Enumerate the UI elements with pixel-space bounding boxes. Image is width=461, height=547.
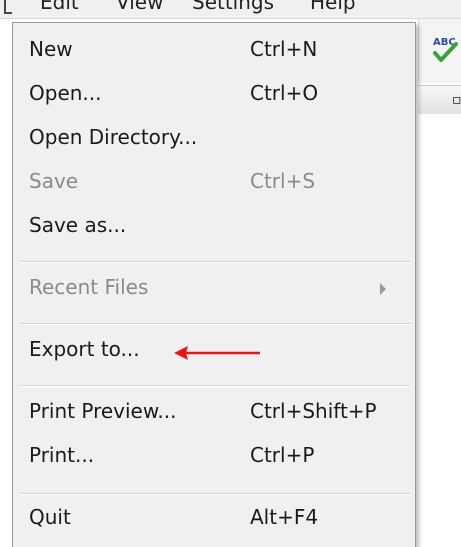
menu-separator	[19, 323, 411, 325]
menu-item-print-preview[interactable]: Print Preview... Ctrl+Shift+P	[13, 395, 415, 435]
spellcheck-icon[interactable]: ABC	[432, 34, 458, 64]
menu-item-open-directory-label: Open Directory...	[29, 125, 198, 149]
file-menu: New Ctrl+N Open... Ctrl+O Open Directory…	[12, 22, 416, 547]
menu-item-open-directory[interactable]: Open Directory...	[13, 121, 415, 161]
document-area	[418, 114, 461, 547]
menu-separator	[19, 493, 411, 495]
menu-item-quit-label: Quit	[29, 505, 71, 529]
menu-item-save[interactable]: Save Ctrl+S	[13, 165, 415, 205]
menu-item-save-as-label: Save as...	[29, 213, 127, 237]
menu-item-new-label: New	[29, 37, 73, 61]
header-handle-icon: ▫	[452, 92, 461, 108]
menu-item-print-preview-shortcut: Ctrl+Shift+P	[250, 399, 377, 423]
menu-item-print-shortcut: Ctrl+P	[250, 443, 315, 467]
annotation-arrow-icon	[174, 346, 260, 360]
menu-item-save-label: Save	[29, 169, 79, 193]
menubar-item-edit[interactable]: Edit	[40, 0, 79, 14]
menu-item-new[interactable]: New Ctrl+N	[13, 33, 415, 73]
menubar-item-view[interactable]: View	[116, 0, 163, 14]
menu-separator	[19, 385, 411, 387]
menu-item-open[interactable]: Open... Ctrl+O	[13, 77, 415, 117]
menu-item-recent-files-label: Recent Files	[29, 275, 149, 299]
menu-item-quit-shortcut: Alt+F4	[250, 505, 319, 529]
menu-item-print-preview-label: Print Preview...	[29, 399, 177, 423]
menu-item-print[interactable]: Print... Ctrl+P	[13, 439, 415, 479]
menu-item-quit[interactable]: Quit Alt+F4	[13, 501, 415, 541]
menu-item-recent-files[interactable]: Recent Files	[13, 271, 415, 311]
menu-item-save-as[interactable]: Save as...	[13, 209, 415, 249]
menubar: Edit View Settings Help	[0, 0, 461, 19]
menu-item-print-label: Print...	[29, 443, 95, 467]
menu-item-new-shortcut: Ctrl+N	[250, 37, 318, 61]
menu-item-save-shortcut: Ctrl+S	[250, 169, 316, 193]
menubar-item-help[interactable]: Help	[310, 0, 356, 14]
menu-item-open-label: Open...	[29, 81, 102, 105]
submenu-arrow-icon	[380, 283, 386, 295]
menubar-corner	[4, 0, 12, 14]
menu-item-export-to-label: Export to...	[29, 337, 140, 361]
menu-item-open-shortcut: Ctrl+O	[250, 81, 319, 105]
menu-separator	[19, 261, 411, 263]
menubar-item-settings[interactable]: Settings	[192, 0, 274, 14]
